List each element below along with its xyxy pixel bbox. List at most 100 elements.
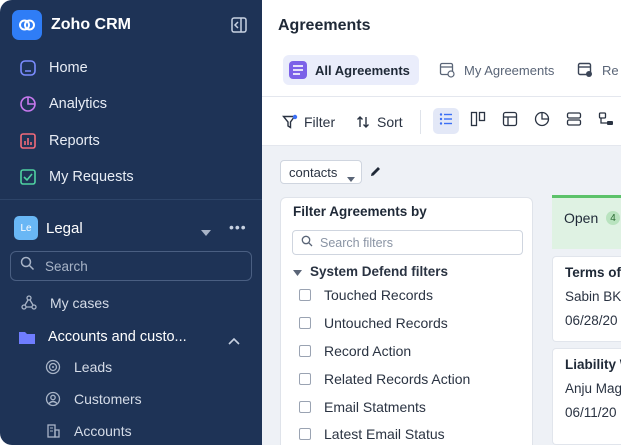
context-select[interactable]: contacts — [280, 160, 362, 184]
sidebar-item-accounts-folder[interactable]: Accounts and custo... — [18, 326, 187, 348]
timeline-icon — [598, 111, 614, 132]
nav-reports[interactable]: Reports — [18, 129, 100, 153]
sort-icon — [355, 114, 371, 130]
filter-option-label: Latest Email Status — [324, 426, 445, 442]
card-owner: Sabin BK — [565, 289, 621, 304]
tab-all-agreements-label: All Agreements — [315, 62, 410, 78]
card-title: Terms of — [565, 265, 621, 280]
leads-icon — [44, 358, 62, 376]
triangle-down-icon — [293, 264, 302, 279]
sidebar-search-placeholder: Search — [45, 258, 88, 274]
filter-option[interactable]: Email Statments — [299, 397, 426, 417]
timeline-view-button[interactable] — [593, 108, 619, 134]
tab-my-agreements[interactable]: My Agreements — [432, 55, 560, 85]
sidebar-item-customers[interactable]: Customers — [44, 388, 142, 410]
module-header: Agreements All Agreements My Agreements … — [262, 0, 621, 96]
search-icon — [301, 234, 313, 252]
tab-all-agreements[interactable]: All Agreements — [283, 55, 419, 85]
kanban-card[interactable]: Liability W Anju Mag 06/11/20 — [552, 348, 621, 445]
brand[interactable]: Zoho CRM — [12, 10, 131, 40]
filter-button-label: Filter — [304, 114, 336, 130]
filter-option-label: Related Records Action — [324, 371, 471, 387]
card-owner: Anju Mag — [565, 381, 621, 396]
nav-home[interactable]: Home — [18, 56, 88, 80]
workspace-switcher[interactable]: Le Legal ••• — [14, 216, 250, 240]
cases-icon — [20, 294, 38, 312]
tab-my-agreements-label: My Agreements — [464, 62, 555, 78]
checkbox[interactable] — [299, 401, 311, 413]
sidebar-item-customers-label: Customers — [74, 391, 142, 407]
workspace-name: Legal — [46, 219, 83, 237]
sidebar-item-accounts-label: Accounts — [74, 423, 132, 439]
more-options-icon[interactable]: ••• — [229, 219, 247, 235]
checkbox[interactable] — [299, 345, 311, 357]
canvas-view-button[interactable] — [561, 108, 587, 134]
sidebar: Zoho CRM Home Analytics Reports My Reque… — [0, 0, 262, 445]
folder-icon — [18, 328, 36, 346]
kanban-column-header[interactable]: Open 4 — [552, 195, 621, 249]
checkbox[interactable] — [299, 373, 311, 385]
tab-recent[interactable]: Re — [570, 55, 621, 85]
kanban-column-count: 4 — [606, 211, 620, 225]
filter-panel: Filter Agreements by Search filters Syst… — [280, 197, 533, 445]
toolbar-divider — [420, 110, 421, 134]
list-view-icon — [289, 61, 307, 79]
kanban-icon — [470, 111, 486, 132]
checkbox[interactable] — [299, 289, 311, 301]
sidebar-item-my-cases-label: My cases — [50, 295, 110, 311]
card-title: Liability W — [565, 357, 621, 372]
caret-down-icon — [347, 170, 355, 185]
search-icon — [20, 256, 35, 276]
chevron-up-icon[interactable] — [228, 332, 240, 350]
recent-view-icon — [576, 61, 594, 79]
filter-option-label: Record Action — [324, 343, 412, 359]
kanban-board: Open 4 Terms of Sabin BK 06/28/20 Liabil… — [552, 195, 621, 445]
requests-icon — [18, 167, 38, 187]
sidebar-item-my-cases[interactable]: My cases — [20, 292, 109, 314]
my-view-icon — [438, 61, 456, 79]
filter-icon — [282, 114, 298, 130]
filter-option[interactable]: Touched Records — [299, 285, 433, 305]
nav-my-requests-label: My Requests — [49, 169, 134, 185]
list-view-button[interactable] — [433, 108, 459, 134]
sort-button[interactable]: Sort — [355, 111, 403, 133]
nav-analytics[interactable]: Analytics — [18, 92, 107, 116]
customers-icon — [44, 390, 62, 408]
zoho-logo-icon — [12, 10, 42, 40]
checkbox[interactable] — [299, 428, 311, 440]
checkbox[interactable] — [299, 317, 311, 329]
app-window: Zoho CRM Home Analytics Reports My Reque… — [0, 0, 621, 445]
collapse-sidebar-icon[interactable] — [230, 16, 248, 34]
reports-icon — [18, 131, 38, 151]
edit-pencil-icon[interactable] — [369, 165, 382, 183]
filter-search-input[interactable]: Search filters — [292, 230, 523, 255]
list-icon — [438, 111, 454, 132]
table-view-button[interactable] — [497, 108, 523, 134]
sidebar-item-accounts[interactable]: Accounts — [44, 420, 132, 442]
chart-view-button[interactable] — [529, 108, 555, 134]
pie-chart-icon — [534, 111, 550, 132]
filter-option[interactable]: Untouched Records — [299, 313, 448, 333]
filter-group-label: System Defend filters — [310, 263, 449, 279]
nav-my-requests[interactable]: My Requests — [18, 165, 134, 189]
kanban-view-button[interactable] — [465, 108, 491, 134]
filter-option-label: Touched Records — [324, 287, 433, 303]
page-title: Agreements — [278, 17, 371, 34]
filter-search-placeholder: Search filters — [320, 235, 393, 250]
filter-group-header[interactable]: System Defend filters — [293, 262, 448, 280]
main-content: Agreements All Agreements My Agreements … — [262, 0, 621, 445]
caret-down-icon[interactable] — [200, 224, 212, 242]
kanban-card[interactable]: Terms of Sabin BK 06/28/20 — [552, 256, 621, 342]
filter-option[interactable]: Record Action — [299, 341, 411, 361]
sidebar-item-leads[interactable]: Leads — [44, 356, 112, 378]
filter-option[interactable]: Latest Email Status — [299, 424, 445, 444]
sidebar-search-input[interactable]: Search — [10, 251, 252, 281]
toolbar: Filter Sort — [262, 96, 621, 146]
filter-option[interactable]: Related Records Action — [299, 369, 470, 389]
filter-button[interactable]: Filter — [282, 111, 335, 133]
workspace-avatar: Le — [14, 216, 38, 240]
filter-option-label: Email Statments — [324, 399, 426, 415]
canvas-icon — [566, 111, 582, 132]
brand-name: Zoho CRM — [51, 16, 131, 33]
sidebar-item-accounts-folder-label: Accounts and custo... — [48, 329, 187, 345]
